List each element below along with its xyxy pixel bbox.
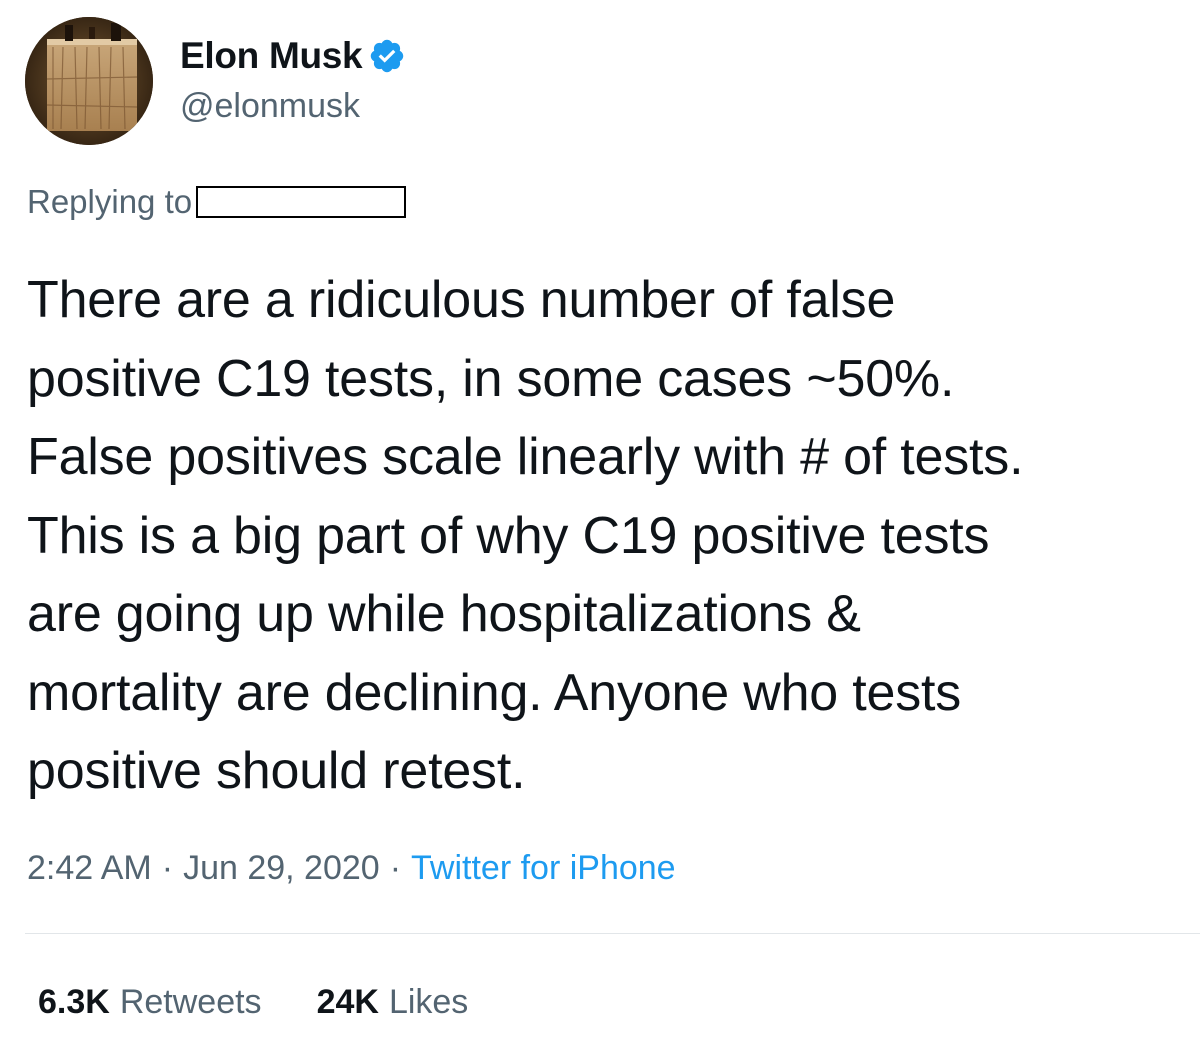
- handle[interactable]: @elonmusk: [180, 84, 406, 128]
- tweet-date[interactable]: Jun 29, 2020: [183, 846, 380, 890]
- tweet-card: Elon Musk @elonmusk Replying to There ar…: [0, 0, 1200, 1046]
- retweets-stat[interactable]: 6.3K Retweets: [38, 980, 262, 1024]
- tweet-text: There are a ridiculous number of false p…: [27, 271, 1024, 800]
- meta-separator: ·: [389, 849, 402, 887]
- retweets-label: Retweets: [119, 983, 262, 1021]
- tweet-time[interactable]: 2:42 AM: [27, 846, 152, 890]
- tweet-header: Elon Musk @elonmusk: [25, 17, 406, 145]
- likes-stat[interactable]: 24K Likes: [317, 980, 469, 1024]
- divider: [25, 933, 1200, 934]
- author-names: Elon Musk @elonmusk: [180, 17, 406, 145]
- replying-to-label: Replying to: [27, 183, 193, 220]
- redacted-username-box: [196, 186, 407, 218]
- name-row: Elon Musk: [180, 34, 406, 78]
- verified-badge-icon: [368, 37, 406, 75]
- avatar[interactable]: [25, 17, 153, 145]
- likes-label: Likes: [388, 983, 469, 1021]
- display-name[interactable]: Elon Musk: [180, 34, 363, 78]
- retweets-count: 6.3K: [38, 983, 110, 1021]
- tweet-source-link[interactable]: Twitter for iPhone: [411, 846, 676, 890]
- meta-separator: ·: [161, 849, 174, 887]
- profile-photo: [25, 17, 153, 145]
- replying-to: Replying to: [27, 180, 407, 224]
- tweet-meta: 2:42 AM · Jun 29, 2020 · Twitter for iPh…: [27, 846, 676, 890]
- likes-count: 24K: [316, 983, 379, 1021]
- tweet-stats: 6.3K Retweets 24K Likes: [38, 980, 468, 1024]
